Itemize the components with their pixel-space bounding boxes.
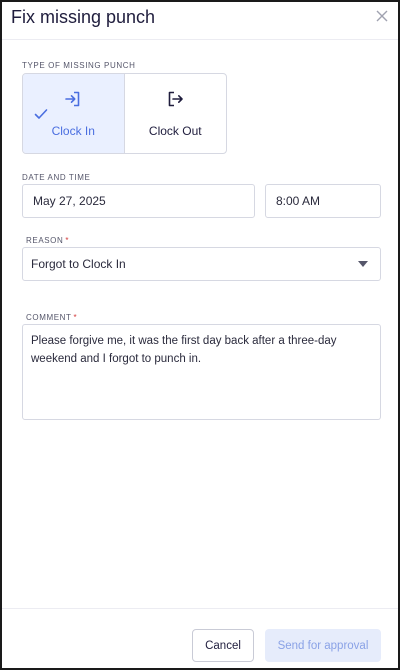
cancel-button[interactable]: Cancel	[192, 629, 254, 662]
date-time-label: DATE AND TIME	[22, 173, 91, 182]
send-for-approval-button[interactable]: Send for approval	[265, 629, 381, 662]
clock-out-icon	[168, 91, 184, 107]
date-value: May 27, 2025	[33, 194, 106, 208]
time-value: 8:00 AM	[276, 194, 321, 208]
dialog-footer: Cancel Send for approval	[2, 608, 398, 668]
clock-in-icon	[65, 91, 80, 107]
chevron-down-icon	[358, 261, 368, 267]
comment-required-mark: *	[73, 313, 78, 322]
reason-selected-value: Forgot to Clock In	[31, 257, 126, 271]
reason-label: REASON *	[26, 236, 69, 245]
comment-label-text: COMMENT	[26, 313, 72, 322]
checkmark-icon	[34, 109, 48, 119]
fix-missing-punch-dialog: Fix missing punch TYPE OF MISSING PUNCH …	[0, 0, 400, 670]
dialog-title: Fix missing punch	[11, 7, 156, 27]
punch-type-label: TYPE OF MISSING PUNCH	[22, 61, 136, 70]
reason-select[interactable]: Forgot to Clock In	[22, 247, 381, 281]
reason-required-mark: *	[65, 236, 70, 245]
comment-label: COMMENT *	[26, 313, 77, 322]
comment-text: Please forgive me, it was the first day …	[31, 335, 337, 365]
punch-option-clock-in[interactable]: Clock In	[23, 74, 125, 153]
punch-option-clock-out[interactable]: Clock Out	[125, 74, 227, 153]
clock-in-label: Clock In	[51, 124, 95, 138]
time-input[interactable]: 8:00 AM	[265, 184, 381, 218]
reason-label-text: REASON	[26, 236, 64, 245]
date-input[interactable]: May 27, 2025	[22, 184, 255, 218]
dialog-header: Fix missing punch	[2, 2, 398, 40]
punch-type-segmented-control: Clock In Clock Out	[22, 73, 227, 154]
close-icon[interactable]	[374, 8, 390, 24]
clock-out-label: Clock Out	[148, 124, 202, 138]
comment-textarea[interactable]: Please forgive me, it was the first day …	[22, 324, 381, 420]
